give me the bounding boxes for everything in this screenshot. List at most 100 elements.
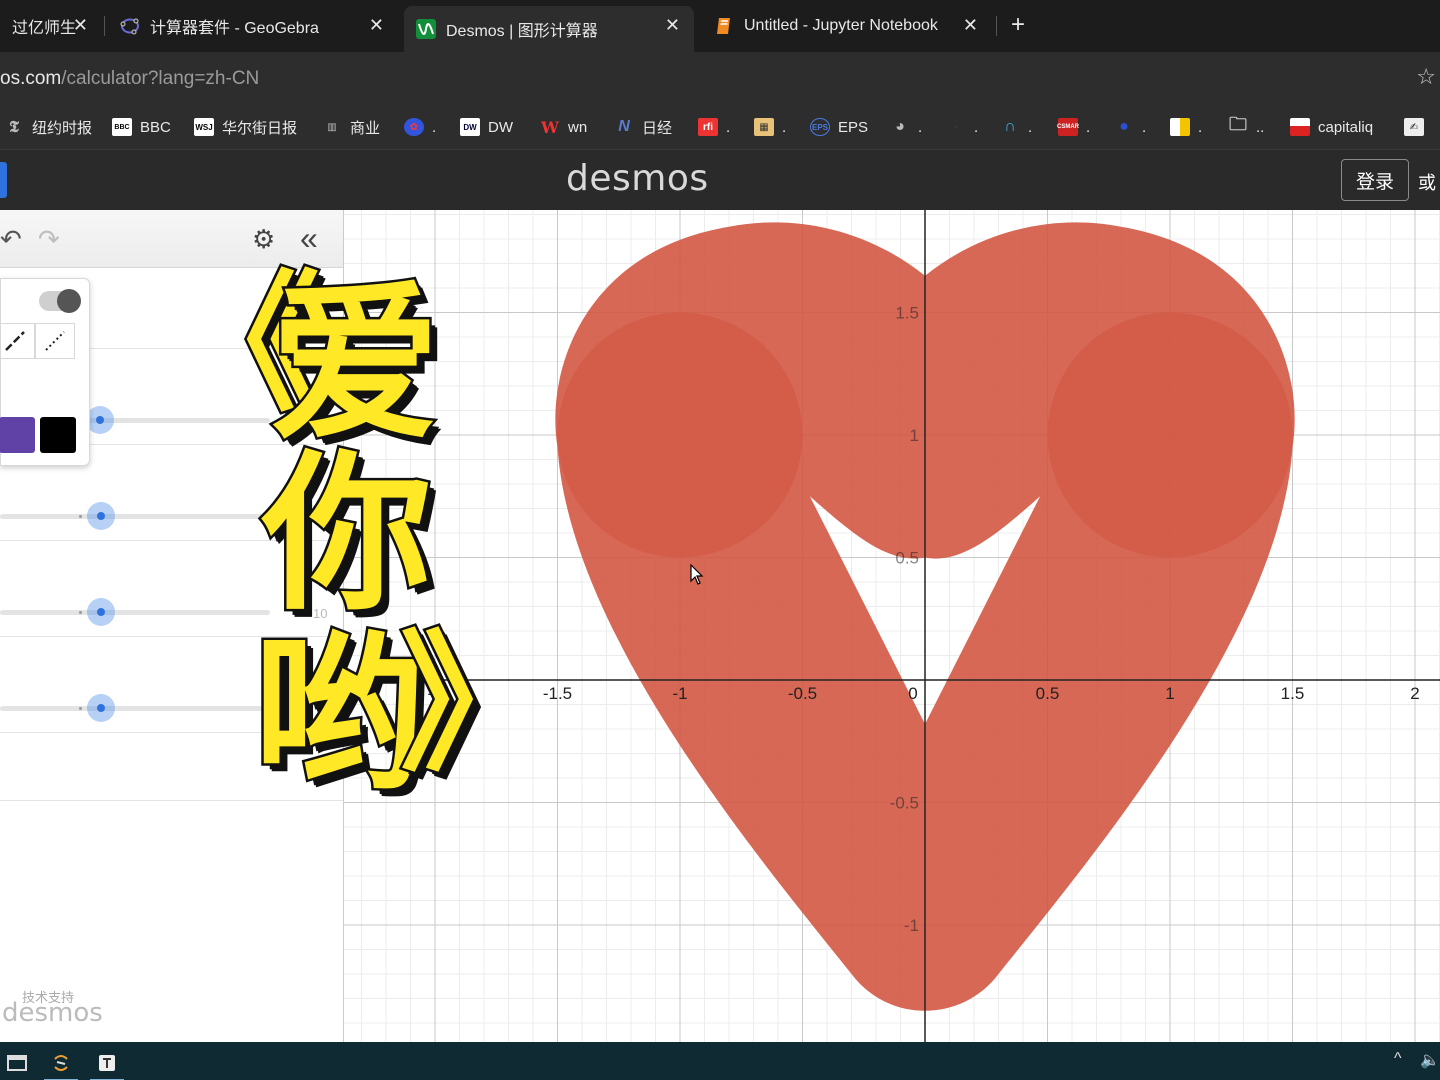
bookmarks-bar: 𝕿 纽约时报 BBC BBC WSJ 华尔街日报 ▥ 商业 ✿. DW DW Wwn N日…	[0, 102, 1440, 150]
bookmark-bbc[interactable]: BBC BBC	[112, 116, 171, 138]
tray-chevron-icon[interactable]: ^	[1394, 1050, 1402, 1068]
bookmark-label: 华尔街日报	[222, 119, 298, 137]
bookmark-17[interactable]: .	[1170, 116, 1202, 138]
gear-icon[interactable]: ⚙	[252, 224, 275, 255]
bookmark-label: DW	[488, 118, 513, 136]
graph-svg[interactable]: -2 -1.5 -1 -0.5 0 0.5 1 1.5 2 1.5 1 0.5 -0.5 -1	[344, 210, 1440, 1042]
bookmark-eps[interactable]: EPS EPS	[810, 116, 868, 138]
tab-geogebra[interactable]: 计算器套件 - GeoGebra ✕	[108, 6, 398, 46]
line-dotted-option[interactable]	[35, 323, 75, 359]
news-icon: ▦	[754, 118, 774, 136]
bookmark-folder[interactable]: 🗀..	[1228, 114, 1264, 138]
bookmark-label: 纽约时报	[32, 119, 93, 137]
divider	[0, 540, 343, 541]
x-tick-label: -0.5	[788, 684, 817, 703]
bookmark-13[interactable]: ◦.	[946, 116, 978, 138]
slider-knob[interactable]	[86, 406, 114, 434]
slider-track[interactable]	[0, 706, 270, 711]
powered-by-logo[interactable]: desmos	[2, 998, 103, 1028]
wsj-icon: WSJ	[194, 118, 214, 136]
tab-close-icon[interactable]: ✕	[665, 15, 680, 36]
folder-icon: 🗀	[1229, 114, 1247, 134]
bookmark-label: 日经	[642, 119, 673, 137]
bookmark-16[interactable]: ●.	[1114, 116, 1146, 138]
bookmark-12[interactable]: ◕.	[890, 116, 922, 138]
tab-separator	[104, 16, 105, 36]
bookmark-15[interactable]: CSMAR.	[1057, 116, 1091, 138]
x-tick-label: -1.5	[543, 684, 572, 703]
slider-track[interactable]	[0, 514, 270, 519]
volume-icon[interactable]: 🔈	[1420, 1050, 1440, 1070]
calligraphy-icon: ✍	[1404, 118, 1424, 136]
bookmark-business[interactable]: ▥ 商业	[322, 116, 380, 138]
tab-desmos[interactable]: Desmos | 图形计算器 ✕	[404, 6, 694, 52]
menu-button[interactable]	[0, 162, 7, 198]
notebook-icon	[714, 16, 734, 36]
bookmark-capitaliq[interactable]: capitaliq	[1290, 116, 1373, 138]
taskbar-editor-icon[interactable]	[90, 1048, 124, 1080]
tab-jupyter[interactable]: Untitled - Jupyter Notebook ✕	[702, 6, 992, 46]
mouse-cursor-icon	[690, 564, 704, 585]
redo-icon[interactable]: ↷	[38, 224, 60, 255]
slider-knob[interactable]	[87, 502, 115, 530]
collapse-panel-icon[interactable]: «	[300, 220, 318, 257]
address-bar: os.com/calculator?lang=zh-CN ☆	[0, 52, 1440, 102]
bookmark-14[interactable]: ∩.	[1000, 116, 1032, 138]
x-tick-label: 1.5	[1281, 684, 1305, 703]
bookmark-20[interactable]: ✍	[1404, 116, 1432, 138]
url-host: os.com	[0, 68, 62, 89]
slider-tick	[79, 611, 82, 614]
bookmark-label: BBC	[140, 118, 171, 136]
slider-track[interactable]	[0, 610, 270, 615]
divider	[0, 636, 343, 637]
bookmark-wsj[interactable]: WSJ 华尔街日报	[194, 116, 297, 138]
bookmark-label: .	[1086, 118, 1091, 136]
url-field[interactable]: os.com/calculator?lang=zh-CN	[0, 68, 259, 90]
bookmark-nikkei[interactable]: N 日经	[614, 116, 672, 138]
line-solid-option[interactable]	[0, 323, 35, 359]
bookmark-label: .	[1142, 118, 1147, 136]
tab-close-icon[interactable]: ✕	[73, 15, 88, 36]
fill-toggle[interactable]	[39, 289, 81, 313]
bookmark-label: .	[1028, 118, 1033, 136]
tab-1[interactable]: 过亿师生 ✕	[0, 6, 100, 46]
bookmark-nyt[interactable]: 𝕿 纽约时报	[4, 116, 92, 138]
undo-icon[interactable]: ↶	[0, 224, 22, 255]
login-button[interactable]: 登录	[1341, 159, 1409, 201]
split-square-icon	[1170, 118, 1190, 136]
color-swatch-purple[interactable]	[0, 417, 35, 453]
color-swatch-black[interactable]	[40, 417, 76, 453]
graph-paper[interactable]: -2 -1.5 -1 -0.5 0 0.5 1 1.5 2 1.5 1 0.5 -0.5 -1	[344, 210, 1440, 1042]
taskbar-window-icon[interactable]	[0, 1048, 34, 1078]
y-tick-label: -0.5	[890, 794, 919, 813]
bookmark-wn[interactable]: Wwn	[540, 116, 587, 138]
bookmark-10[interactable]: ▦.	[754, 116, 786, 138]
slider-knob[interactable]	[87, 598, 115, 626]
taskbar-app-icon[interactable]	[44, 1048, 78, 1080]
url-path: /calculator?lang=zh-CN	[61, 68, 260, 89]
capitaliq-icon	[1290, 118, 1310, 136]
tab-close-icon[interactable]: ✕	[369, 15, 384, 36]
bookmark-label: wn	[568, 118, 588, 136]
blank-icon: ◦	[954, 121, 958, 133]
bookmark-5[interactable]: ✿.	[404, 116, 436, 138]
y-tick-label: 1.5	[895, 304, 919, 323]
tab-label: Untitled - Jupyter Notebook	[744, 17, 938, 34]
slider-knob[interactable]	[87, 694, 115, 722]
divider	[0, 800, 343, 801]
slider-tick	[79, 515, 82, 518]
globe-badge-icon: ✿	[404, 118, 424, 136]
bookmark-label: EPS	[838, 118, 869, 136]
tab-close-icon[interactable]: ✕	[963, 15, 978, 36]
bookmark-9[interactable]: rfi.	[698, 116, 730, 138]
rfi-icon: rfi	[698, 118, 718, 136]
bookmark-star-icon[interactable]: ☆	[1416, 64, 1436, 90]
bookmark-dw[interactable]: DW DW	[460, 116, 513, 138]
browser-tab-strip: 过亿师生 ✕ 计算器套件 - GeoGebra ✕ Desmos | 图形计算器…	[0, 0, 1440, 52]
new-tab-button[interactable]: +	[1006, 10, 1030, 40]
x-tick-label: -1	[672, 684, 687, 703]
bookmark-label: 商业	[350, 119, 381, 137]
tab-label: 计算器套件 - GeoGebra	[150, 20, 319, 37]
bookmark-label: .	[726, 118, 731, 136]
or-text: 或	[1418, 173, 1436, 193]
